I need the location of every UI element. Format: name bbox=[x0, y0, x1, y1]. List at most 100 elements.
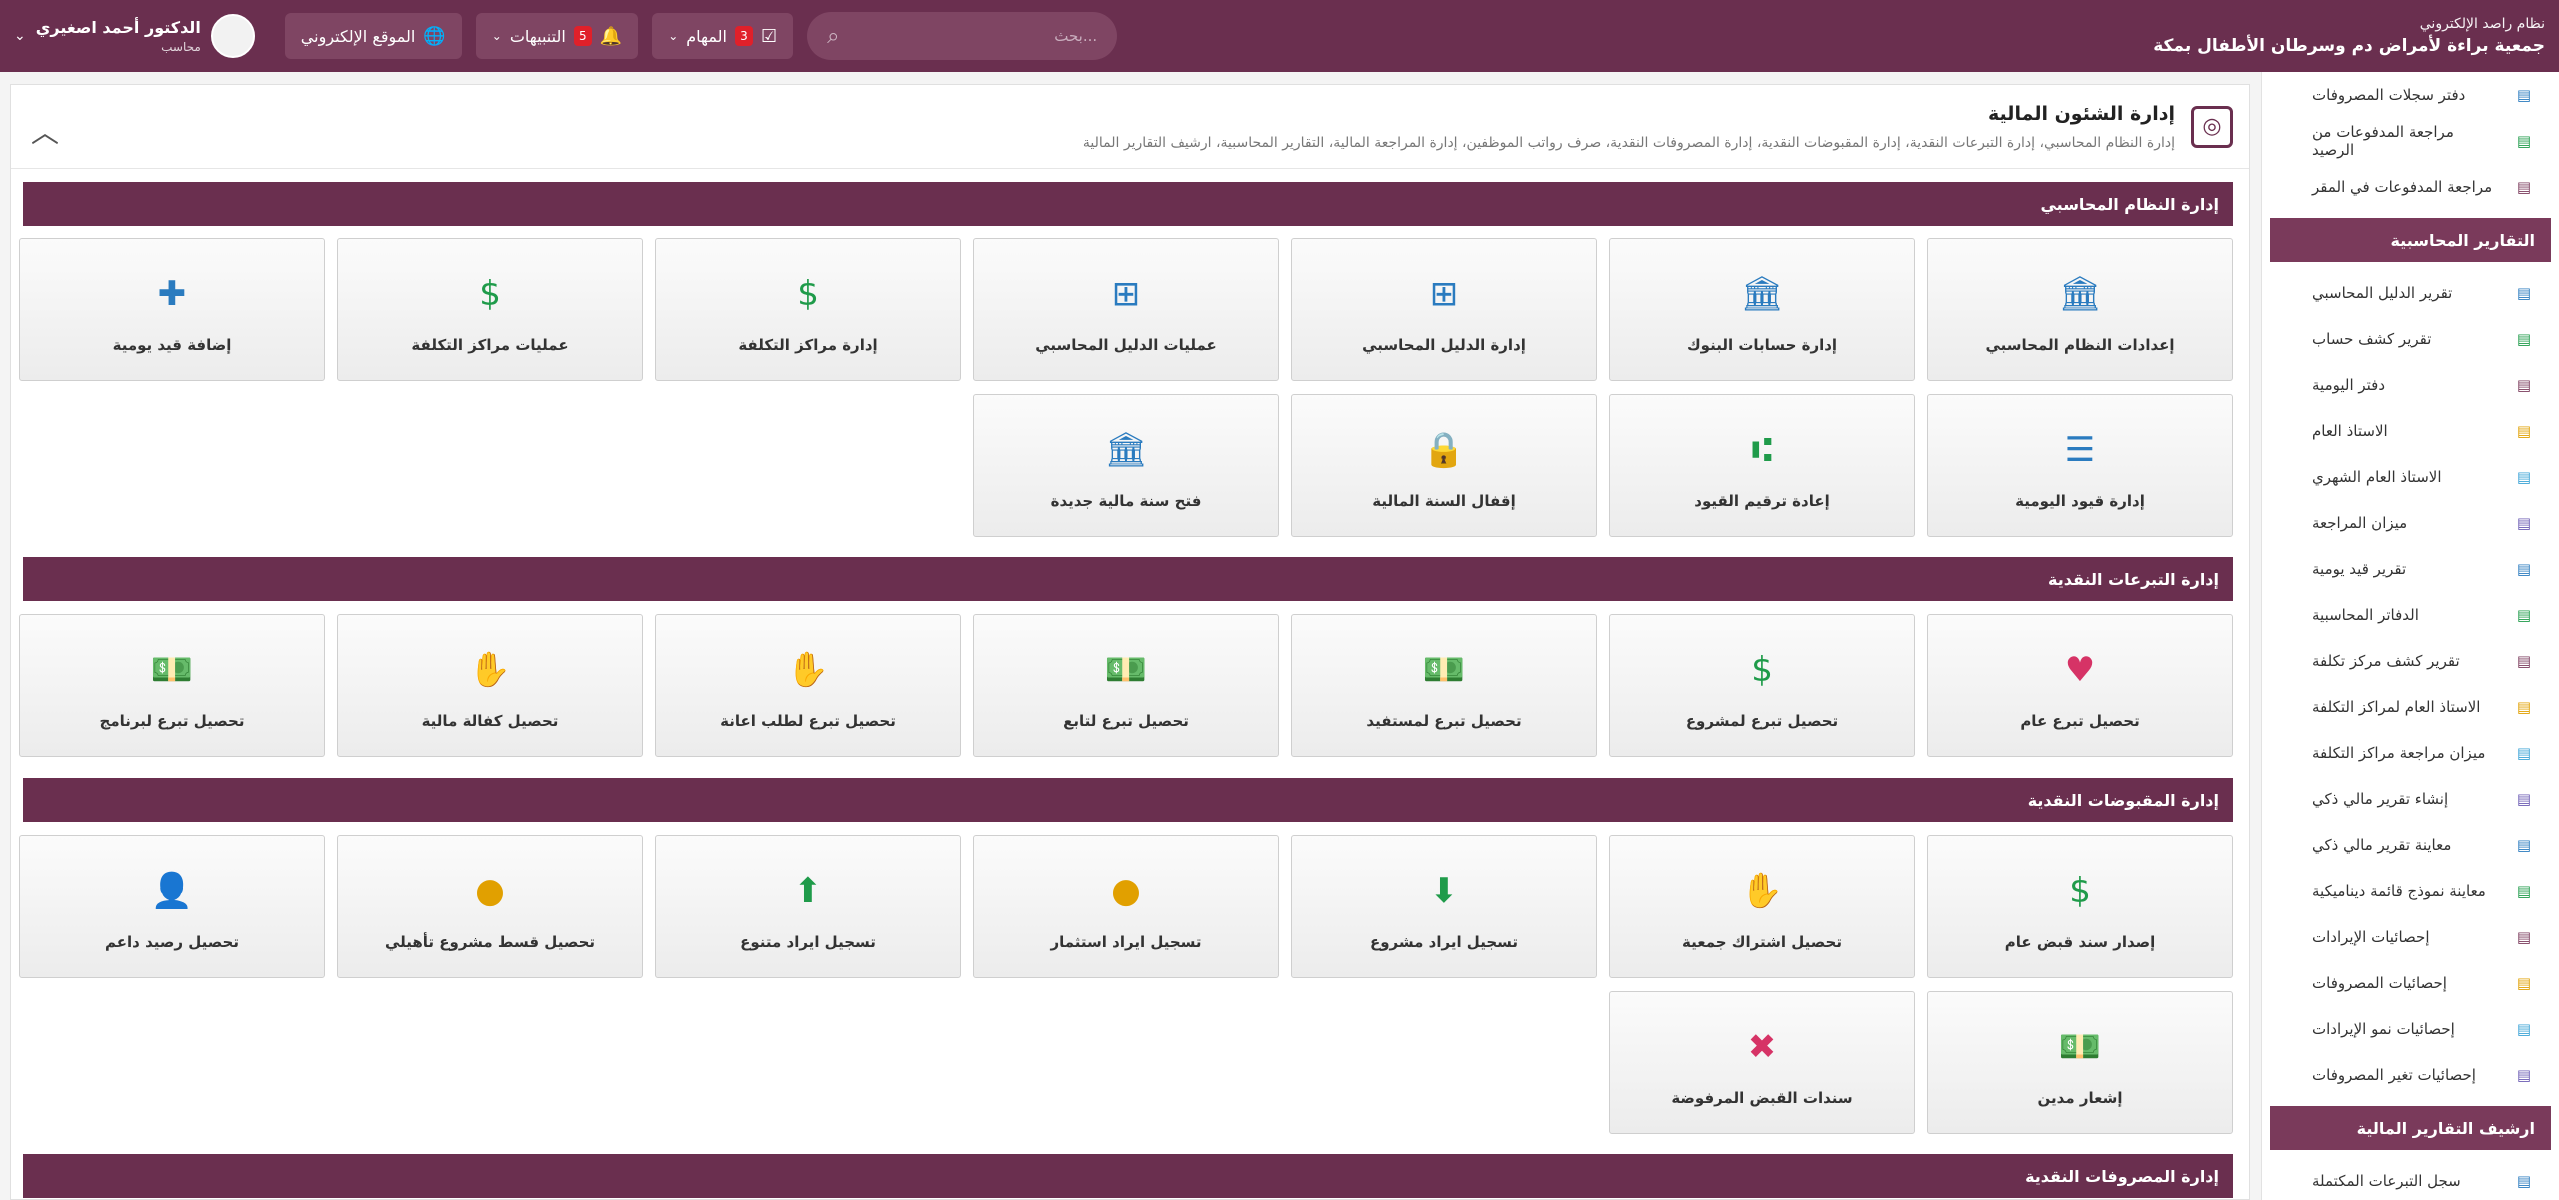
sidebar-item[interactable]: ▤ دفتر اليومية bbox=[2262, 362, 2559, 408]
search-box[interactable]: ⌕ bbox=[807, 12, 1118, 60]
bell-icon: 🔔 bbox=[599, 25, 623, 47]
tile-button[interactable]: ⊞ عمليات الدليل المحاسبي bbox=[973, 238, 1279, 381]
tile-button[interactable]: 👤 تحصيل رصيد داعم bbox=[19, 835, 325, 978]
tile-label: تحصيل اشتراك جمعية bbox=[1682, 932, 1842, 951]
subscription-icon: ✋ bbox=[1740, 870, 1784, 911]
coins-icon: ● bbox=[475, 870, 505, 911]
chevron-down-icon: ⌄ bbox=[491, 29, 502, 43]
tile-button[interactable]: 💵 تحصيل تبرع لبرنامج bbox=[19, 614, 325, 757]
chevron-down-icon: ⌄ bbox=[668, 29, 679, 43]
sidebar-section-archive[interactable]: ارشيف التقارير المالية bbox=[2270, 1106, 2551, 1150]
sidebar-item[interactable]: ▤ تقرير قيد يومية bbox=[2262, 546, 2559, 592]
add-entry-icon: ✚ bbox=[157, 273, 187, 314]
sidebar-item[interactable]: ▤ سجل التبرعات المكتملة bbox=[2262, 1158, 2559, 1200]
sidebar-item[interactable]: ▤ الاستاذ العام bbox=[2262, 408, 2559, 454]
journal-icon: ▤ bbox=[2516, 376, 2532, 394]
sidebar-item-label: دفتر اليومية bbox=[2312, 376, 2386, 394]
tile-button[interactable]: ● تسجيل ايراد استثمار bbox=[973, 835, 1279, 978]
sidebar-item[interactable]: ▤ الاستاذ العام الشهري bbox=[2262, 454, 2559, 500]
sidebar-item-label: الدفاتر المحاسبية bbox=[2312, 606, 2419, 624]
sidebar-item-label: تقرير قيد يومية bbox=[2312, 560, 2407, 578]
tile-button[interactable]: ☰ إدارة قيود اليومية bbox=[1927, 394, 2233, 537]
user-menu[interactable]: ⌄ الدكتور أحمد اصغيري محاسب bbox=[14, 14, 255, 58]
sidebar-item[interactable]: ▤ تقرير كشف مركز تكلفة bbox=[2262, 638, 2559, 684]
tile-button[interactable]: ⑆ إعادة ترقيم القيود bbox=[1609, 394, 1915, 537]
tile-button[interactable]: ⊞ إدارة الدليل المحاسبي bbox=[1291, 238, 1597, 381]
collapse-icon[interactable]: ︿ bbox=[31, 111, 59, 151]
receipt-icon: $ bbox=[2069, 870, 2091, 911]
tile-label: عمليات الدليل المحاسبي bbox=[1035, 335, 1217, 354]
sidebar-item[interactable]: ▤ إحصائيات الإيرادات bbox=[2262, 914, 2559, 960]
system-name: نظام راصد الإلكتروني bbox=[2419, 16, 2545, 32]
website-button[interactable]: الموقع الإلكتروني 🌐 bbox=[284, 13, 462, 59]
sidebar-item-label: معاينة نموذج قائمة ديناميكية bbox=[2312, 882, 2486, 900]
sidebar-section-reports[interactable]: التقارير المحاسبية bbox=[2270, 218, 2551, 262]
tile-button[interactable]: 🏛 فتح سنة مالية جديدة bbox=[973, 394, 1279, 537]
tile-button[interactable]: 💵 إشعار مدين bbox=[1927, 991, 2233, 1134]
tile-label: تسجيل ايراد مشروع bbox=[1369, 932, 1519, 951]
lock-year-icon: 🔒 bbox=[1422, 429, 1466, 470]
sidebar-item[interactable]: ▤ إحصائيات تغير المصروفات bbox=[2262, 1052, 2559, 1098]
tile-button[interactable]: ✋ تحصيل تبرع لطلب اعانة bbox=[655, 614, 961, 757]
sidebar-item[interactable]: ▤ مراجعة المدفوعات في المقر bbox=[2262, 164, 2559, 210]
tile-button[interactable]: $ تحصيل تبرع لمشروع bbox=[1609, 614, 1915, 757]
cost-gear-icon: $ bbox=[479, 273, 501, 314]
tile-label: إدارة مراكز التكلفة bbox=[738, 335, 878, 354]
safe-icon: ◎ bbox=[2191, 105, 2233, 148]
checklist-icon: ☑ bbox=[761, 25, 778, 47]
globe-icon: 🌐 bbox=[423, 25, 446, 47]
sidebar-item[interactable]: ▤ تقرير كشف حساب bbox=[2262, 316, 2559, 362]
tasks-label: المهام bbox=[686, 26, 727, 46]
tile-button[interactable]: $ عمليات مراكز التكلفة bbox=[337, 238, 643, 381]
supporter-icon: 👤 bbox=[150, 870, 194, 911]
sidebar-item[interactable]: ▤ ميزان المراجعة bbox=[2262, 500, 2559, 546]
tile-button[interactable]: ✋ تحصيل اشتراك جمعية bbox=[1609, 835, 1915, 978]
sidebar-item[interactable]: ▤ إحصائيات المصروفات bbox=[2262, 960, 2559, 1006]
sidebar-item[interactable]: ▤ مراجعة المدفوعات من الرصيد bbox=[2262, 118, 2559, 164]
tile-button[interactable]: ● تحصيل قسط مشروع تأهيلي bbox=[337, 835, 643, 978]
sidebar-item[interactable]: ▤ معاينة نموذج قائمة ديناميكية bbox=[2262, 868, 2559, 914]
tile-label: إشعار مدين bbox=[2037, 1088, 2123, 1107]
tile-button[interactable]: $ إدارة مراكز التكلفة bbox=[655, 238, 961, 381]
tile-button[interactable]: 🔒 إقفال السنة المالية bbox=[1291, 394, 1597, 537]
tile-button[interactable]: $ إصدار سند قبض عام bbox=[1927, 835, 2233, 978]
tile-button[interactable]: 🏛 إدارة حسابات البنوك bbox=[1609, 238, 1915, 381]
tasks-button[interactable]: ⌄ المهام 3 ☑ bbox=[652, 13, 794, 59]
sidebar-item[interactable]: ▤ دفتر سجلات المصروفات bbox=[2262, 72, 2559, 118]
tile-button[interactable]: ⬆ تسجيل ايراد متنوع bbox=[655, 835, 961, 978]
sidebar-item[interactable]: ▤ إنشاء تقرير مالي ذكي bbox=[2262, 776, 2559, 822]
sidebar-item[interactable]: ▤ الاستاذ العام لمراكز التكلفة bbox=[2262, 684, 2559, 730]
cost-user-icon: $ bbox=[797, 273, 819, 314]
user-name: الدكتور أحمد اصغيري bbox=[35, 18, 201, 37]
tile-button[interactable]: ✚ إضافة قيد يومية bbox=[19, 238, 325, 381]
sidebar-item[interactable]: ▤ تقرير الدليل المحاسبي bbox=[2262, 270, 2559, 316]
tile-button[interactable]: 💵 تحصيل تبرع لمستفيد bbox=[1291, 614, 1597, 757]
org-name: جمعية براءة لأمراض دم وسرطان الأطفال بمك… bbox=[2153, 36, 2545, 56]
alerts-button[interactable]: ⌄ التنبيهات 5 🔔 bbox=[475, 13, 639, 59]
avatar[interactable] bbox=[210, 14, 255, 58]
tile-button[interactable]: ✖ سندات القبض المرفوضة bbox=[1609, 991, 1915, 1134]
tile-button[interactable]: ♥ تحصيل تبرع عام bbox=[1927, 614, 2233, 757]
tile-button[interactable]: 💵 تحصيل تبرع لتابع bbox=[973, 614, 1279, 757]
tile-button[interactable]: ✋ تحصيل كفالة مالية bbox=[337, 614, 643, 757]
brand[interactable]: نظام راصد الإلكتروني جمعية براءة لأمراض … bbox=[2153, 16, 2545, 56]
tile-label: فتح سنة مالية جديدة bbox=[1050, 491, 1202, 510]
sidebar-item[interactable]: ▤ الدفاتر المحاسبية bbox=[2262, 592, 2559, 638]
project-revenue-icon: ⬇ bbox=[1429, 870, 1459, 911]
section-receipts: إدارة المقبوضات النقدية bbox=[23, 778, 2233, 822]
bank-settings-icon: 🏛 bbox=[2058, 273, 2102, 314]
search-input[interactable] bbox=[897, 27, 1098, 45]
section-accounting: إدارة النظام المحاسبي bbox=[23, 182, 2233, 226]
sidebar-item[interactable]: ▤ إحصائيات نمو الإيرادات bbox=[2262, 1006, 2559, 1052]
trend-chart-icon: ▤ bbox=[2516, 1066, 2532, 1084]
tile-label: إصدار سند قبض عام bbox=[2004, 932, 2156, 951]
ledger-icon: ▤ bbox=[2516, 86, 2532, 104]
sidebar-item[interactable]: ▤ معاينة تقرير مالي ذكي bbox=[2262, 822, 2559, 868]
tile-label: تحصيل تبرع لتابع bbox=[1063, 711, 1189, 730]
tile-button[interactable]: ⬇ تسجيل ايراد مشروع bbox=[1291, 835, 1597, 978]
tile-button[interactable]: 🏛 إعدادات النظام المحاسبي bbox=[1927, 238, 2233, 381]
cash-stack-icon: 💵 bbox=[1104, 649, 1148, 690]
sidebar-item-label: مراجعة المدفوعات من الرصيد bbox=[2312, 123, 2454, 159]
sidebar-item[interactable]: ▤ ميزان مراجعة مراكز التكلفة bbox=[2262, 730, 2559, 776]
top-bar: نظام راصد الإلكتروني جمعية براءة لأمراض … bbox=[0, 0, 2559, 72]
